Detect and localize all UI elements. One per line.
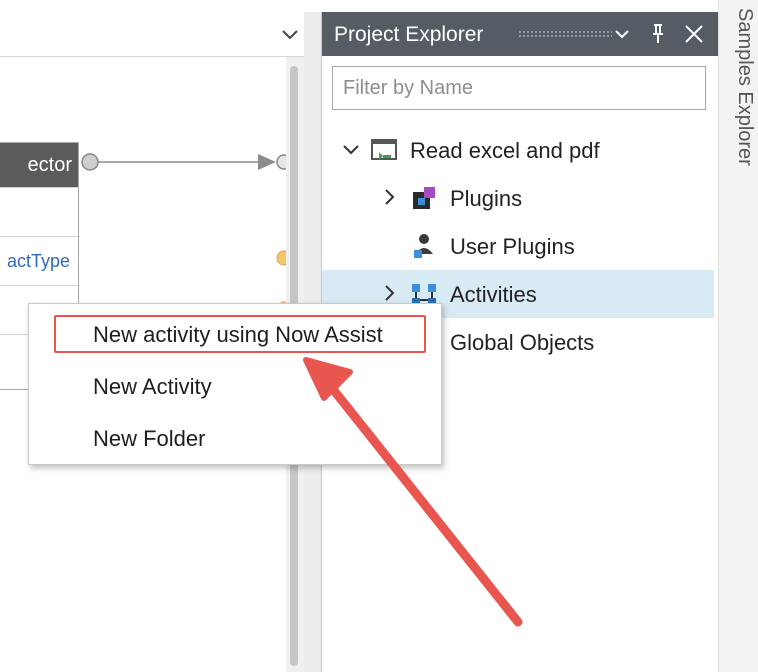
tree-item-label: Plugins	[450, 186, 523, 211]
chevron-down-icon[interactable]	[610, 22, 634, 46]
project-icon	[371, 139, 397, 160]
arrowhead-icon	[258, 154, 276, 170]
pin-icon[interactable]	[646, 22, 670, 46]
chevron-down-icon[interactable]	[278, 22, 302, 46]
connector-node-row[interactable]	[0, 187, 78, 236]
chevron-right-icon[interactable]	[378, 186, 400, 208]
menu-item-new-folder[interactable]: New Folder	[29, 414, 441, 462]
tree-item-label: Activities	[450, 282, 537, 307]
samples-explorer-tab[interactable]: Samples Explorer	[734, 8, 756, 208]
menu-item-new-activity[interactable]: New Activity	[29, 362, 441, 410]
connector-node-row[interactable]: actType	[0, 236, 78, 285]
tree-item-label: User Plugins	[450, 234, 575, 259]
chevron-right-icon[interactable]	[378, 282, 400, 304]
close-icon[interactable]	[682, 22, 706, 46]
tree-item-read-excel-and-pdf[interactable]: Read excel and pdf	[322, 126, 714, 174]
designer-tab-bar	[0, 12, 308, 57]
tree-item-user-plugins[interactable]: User Plugins	[322, 222, 714, 270]
panel-title: Project Explorer	[334, 23, 484, 46]
connector-node-title: ector	[0, 143, 78, 187]
tree-item-label: Global Objects	[450, 330, 595, 355]
chevron-down-icon[interactable]	[340, 138, 362, 160]
filter-input[interactable]	[332, 66, 706, 110]
annotation-highlight-box	[54, 315, 426, 353]
drag-grip[interactable]	[518, 30, 612, 38]
output-port-icon	[81, 153, 99, 171]
plugins-icon	[413, 187, 435, 209]
tree-item-label: Read excel and pdf	[410, 138, 600, 163]
flow-connection	[81, 153, 288, 311]
menu-item-label: New Activity	[93, 374, 212, 399]
tree-item-plugins[interactable]: Plugins	[322, 174, 714, 222]
user-plugins-icon	[414, 234, 433, 258]
project-explorer-header: Project Explorer	[322, 12, 719, 56]
menu-item-label: New Folder	[93, 426, 206, 451]
